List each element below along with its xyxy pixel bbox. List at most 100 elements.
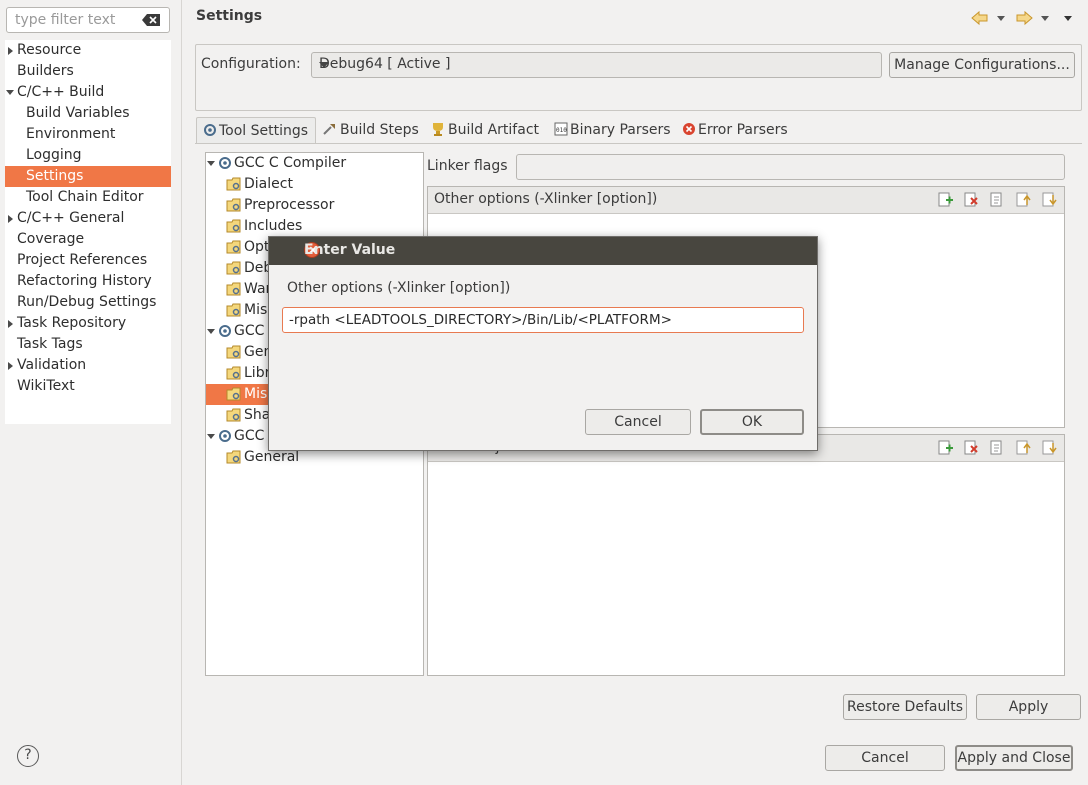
cancel-button[interactable]: Cancel bbox=[825, 745, 945, 771]
nav-item-logging[interactable]: Logging bbox=[5, 145, 171, 166]
other-options-header: Other options (-Xlinker [option]) bbox=[428, 187, 1064, 214]
add-icon[interactable] bbox=[936, 192, 954, 208]
forward-menu-dropdown-icon[interactable] bbox=[1041, 16, 1049, 21]
nav-item-run-debug-settings[interactable]: Run/Debug Settings bbox=[5, 292, 171, 313]
nav-item-cpp-general[interactable]: C/C++ General bbox=[5, 208, 171, 229]
option-category-icon bbox=[226, 387, 241, 401]
option-category-icon bbox=[226, 366, 241, 380]
tool-icon bbox=[219, 157, 231, 169]
apply-and-close-button[interactable]: Apply and Close bbox=[955, 745, 1073, 771]
move-down-icon[interactable] bbox=[1040, 440, 1058, 456]
nav-item-cpp-build[interactable]: C/C++ Build bbox=[5, 82, 171, 103]
trophy-icon bbox=[433, 123, 443, 136]
tree-item-preprocessor[interactable]: Preprocessor bbox=[226, 195, 334, 216]
nav-item-environment[interactable]: Environment bbox=[5, 124, 171, 145]
preference-nav: Resource Builders C/C++ Build Build Vari… bbox=[5, 40, 171, 424]
tab-error-parsers[interactable]: Error Parsers bbox=[682, 117, 788, 143]
dialog-titlebar[interactable]: Enter Value bbox=[269, 237, 817, 265]
tab-build-steps[interactable]: Build Steps bbox=[322, 117, 419, 143]
back-menu-dropdown-icon[interactable] bbox=[997, 16, 1005, 21]
edit-icon[interactable] bbox=[988, 192, 1006, 208]
nav-item-build-variables[interactable]: Build Variables bbox=[5, 103, 171, 124]
tree-item-gcc-c-compiler[interactable]: GCC C Compiler bbox=[207, 153, 346, 174]
page-title: Settings bbox=[196, 8, 263, 24]
nav-item-resource[interactable]: Resource bbox=[5, 40, 171, 61]
option-category-icon bbox=[226, 282, 241, 296]
delete-icon[interactable] bbox=[962, 192, 980, 208]
delete-icon[interactable] bbox=[962, 440, 980, 456]
binary-icon: 010 bbox=[554, 122, 568, 136]
tree-item-linker-miscellaneous[interactable]: Mis bbox=[226, 384, 267, 405]
nav-item-project-references[interactable]: Project References bbox=[5, 250, 171, 271]
dialog-value-input[interactable] bbox=[282, 307, 804, 333]
dialog-cancel-button[interactable]: Cancel bbox=[585, 409, 691, 435]
sash-divider[interactable] bbox=[181, 0, 182, 785]
other-options-toolbar bbox=[936, 192, 1058, 208]
filter-input[interactable] bbox=[13, 9, 143, 31]
tree-item-debugging[interactable]: Deb bbox=[226, 258, 272, 279]
move-up-icon[interactable] bbox=[1014, 192, 1032, 208]
nav-item-coverage[interactable]: Coverage bbox=[5, 229, 171, 250]
collapse-arrow-icon[interactable] bbox=[207, 434, 215, 439]
other-objects-list[interactable]: Other objects bbox=[427, 434, 1065, 676]
tab-binary-parsers[interactable]: 010 Binary Parsers bbox=[554, 117, 671, 143]
edit-icon[interactable] bbox=[988, 440, 1006, 456]
linker-flags-input[interactable] bbox=[516, 154, 1065, 180]
option-category-icon bbox=[226, 177, 241, 191]
nav-item-validation[interactable]: Validation bbox=[5, 355, 171, 376]
tree-item-warnings[interactable]: War bbox=[226, 279, 271, 300]
tab-build-artifact[interactable]: Build Artifact bbox=[430, 117, 539, 143]
dialog-ok-button[interactable]: OK bbox=[700, 409, 804, 435]
apply-button[interactable]: Apply bbox=[976, 694, 1081, 720]
nav-item-wikitext[interactable]: WikiText bbox=[5, 376, 171, 397]
back-arrow-icon[interactable] bbox=[971, 10, 989, 26]
other-objects-toolbar bbox=[936, 440, 1058, 456]
tree-item-optimization[interactable]: Opt bbox=[226, 237, 269, 258]
tree-item-shared-library-settings[interactable]: Sha bbox=[226, 405, 270, 426]
forward-arrow-icon[interactable] bbox=[1015, 10, 1033, 26]
collapse-arrow-icon[interactable] bbox=[207, 329, 215, 334]
expand-arrow-icon[interactable] bbox=[8, 215, 13, 223]
collapse-arrow-icon[interactable] bbox=[6, 90, 14, 95]
configuration-select[interactable]: Debug64 [ Active ] bbox=[311, 52, 882, 78]
nav-item-tool-chain-editor[interactable]: Tool Chain Editor bbox=[5, 187, 171, 208]
tree-item-dialect[interactable]: Dialect bbox=[226, 174, 293, 195]
help-icon[interactable]: ? bbox=[17, 745, 39, 767]
add-icon[interactable] bbox=[936, 440, 954, 456]
tree-item-includes[interactable]: Includes bbox=[226, 216, 302, 237]
nav-item-task-tags[interactable]: Task Tags bbox=[5, 334, 171, 355]
move-up-icon[interactable] bbox=[1014, 440, 1032, 456]
expand-arrow-icon[interactable] bbox=[8, 47, 13, 55]
option-category-icon bbox=[226, 240, 241, 254]
tree-item-libraries[interactable]: Libr bbox=[226, 363, 270, 384]
nav-item-builders[interactable]: Builders bbox=[5, 61, 171, 82]
manage-configurations-button[interactable]: Manage Configurations... bbox=[889, 52, 1075, 78]
svg-text:010: 010 bbox=[556, 127, 567, 134]
collapse-arrow-icon[interactable] bbox=[207, 161, 215, 166]
expand-arrow-icon[interactable] bbox=[8, 362, 13, 370]
nav-item-task-repository[interactable]: Task Repository bbox=[5, 313, 171, 334]
tool-icon bbox=[219, 325, 231, 337]
option-category-icon bbox=[226, 345, 241, 359]
tool-settings-icon bbox=[204, 124, 216, 136]
tree-item-linker-general[interactable]: Gen bbox=[226, 342, 272, 363]
tab-tool-settings[interactable]: Tool Settings bbox=[196, 117, 316, 143]
build-steps-icon bbox=[323, 124, 335, 135]
restore-defaults-button[interactable]: Restore Defaults bbox=[843, 694, 967, 720]
expand-arrow-icon[interactable] bbox=[8, 320, 13, 328]
view-menu-icon[interactable] bbox=[1064, 16, 1072, 21]
option-category-icon bbox=[226, 198, 241, 212]
option-category-icon bbox=[226, 450, 241, 464]
nav-item-settings[interactable]: Settings bbox=[5, 166, 171, 187]
move-down-icon[interactable] bbox=[1040, 192, 1058, 208]
tree-item-compiler-miscellaneous[interactable]: Mis bbox=[226, 300, 267, 321]
clear-filter-icon[interactable] bbox=[142, 14, 160, 26]
chevron-down-icon bbox=[319, 62, 329, 68]
nav-item-refactoring-history[interactable]: Refactoring History bbox=[5, 271, 171, 292]
option-category-icon bbox=[226, 408, 241, 422]
filter-box bbox=[6, 7, 170, 33]
dialog-title: Enter Value bbox=[304, 242, 396, 258]
option-category-icon bbox=[226, 261, 241, 275]
option-category-icon bbox=[226, 219, 241, 233]
dialog-field-label: Other options (-Xlinker [option]) bbox=[287, 280, 511, 296]
